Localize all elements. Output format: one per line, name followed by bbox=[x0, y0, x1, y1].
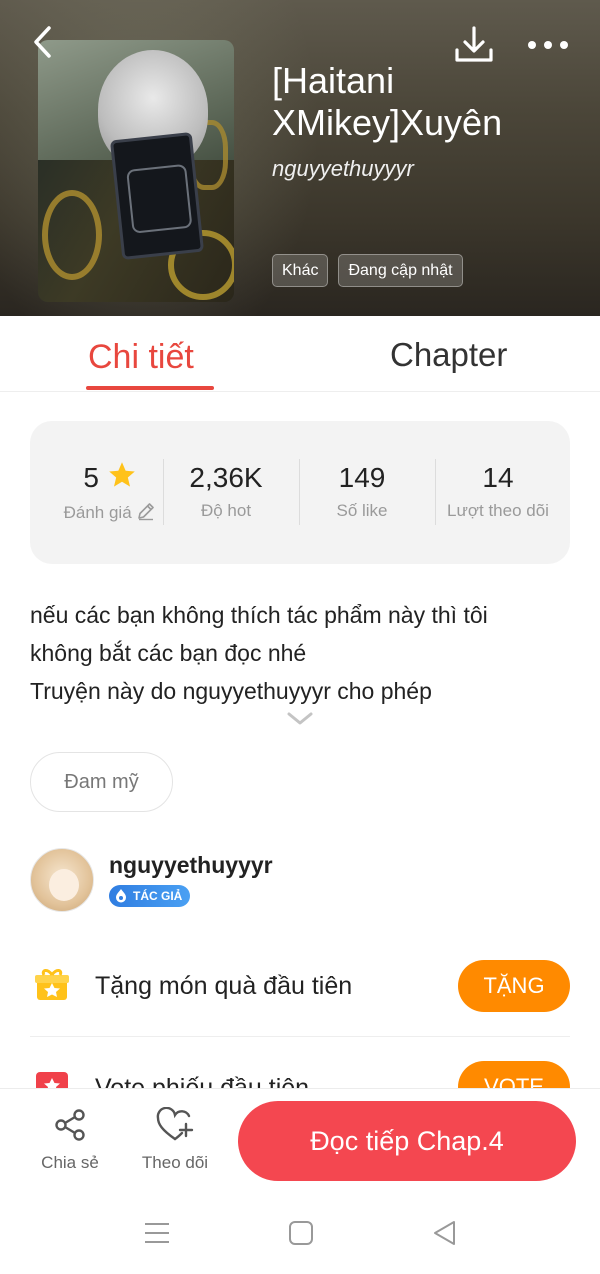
book-description: nếu các bạn không thích tác phẩm này thì… bbox=[30, 596, 575, 710]
tag-category[interactable]: Khác bbox=[272, 254, 329, 287]
pencil-icon[interactable] bbox=[136, 503, 156, 522]
follow-label: Theo dõi bbox=[141, 1153, 209, 1172]
more-options-icon[interactable] bbox=[526, 30, 570, 60]
tag-status: Đang cập nhật bbox=[338, 254, 463, 287]
description-line: Truyện này do nguyyethuyyyr cho phép bbox=[30, 678, 432, 704]
book-title: [Haitani XMikey]Xuyên bbox=[272, 60, 503, 143]
rating-label: Đánh giá bbox=[63, 503, 132, 522]
book-tags: Khác Đang cập nhật bbox=[272, 254, 463, 287]
share-label: Chia sẻ bbox=[41, 1153, 99, 1172]
description-line: không bắt các bạn đọc nhé bbox=[30, 640, 307, 666]
back-icon[interactable] bbox=[430, 1218, 460, 1248]
home-icon[interactable] bbox=[286, 1218, 316, 1248]
genre-chip[interactable]: Đam mỹ bbox=[30, 752, 173, 812]
badge-icon bbox=[116, 889, 126, 903]
book-cover-image bbox=[38, 40, 234, 302]
tab-bar: Chi tiết Chapter bbox=[0, 316, 600, 392]
follow-button[interactable]: Theo dõi bbox=[130, 1107, 220, 1173]
gift-button[interactable]: TẶNG bbox=[458, 960, 570, 1012]
author-name[interactable]: nguyyethuyyyr bbox=[109, 852, 273, 879]
book-header: [Haitani XMikey]Xuyên nguyyethuyyyr Khác… bbox=[0, 0, 600, 316]
stat-likes: 149 Số like bbox=[294, 461, 430, 521]
rating-value: 5 bbox=[83, 462, 99, 493]
hot-label: Độ hot bbox=[200, 501, 252, 520]
expand-chevron-icon[interactable] bbox=[286, 708, 314, 728]
description-line: nếu các bạn không thích tác phẩm này thì… bbox=[30, 602, 488, 628]
likes-label: Số like bbox=[336, 501, 388, 520]
gift-icon bbox=[34, 966, 70, 1002]
active-tab-indicator bbox=[86, 386, 214, 390]
continue-reading-button[interactable]: Đọc tiếp Chap.4 bbox=[238, 1101, 576, 1181]
followers-label: Lượt theo dõi bbox=[447, 501, 549, 520]
author-avatar[interactable] bbox=[30, 848, 94, 912]
star-icon bbox=[107, 461, 137, 497]
likes-value: 149 bbox=[338, 462, 386, 493]
followers-value: 14 bbox=[482, 462, 514, 493]
badge-label: TÁC GIẢ bbox=[133, 889, 183, 903]
system-nav-bar bbox=[0, 1192, 600, 1274]
share-icon bbox=[55, 1109, 85, 1141]
tab-details[interactable]: Chi tiết bbox=[88, 338, 194, 377]
author-badge: TÁC GIẢ bbox=[109, 885, 191, 907]
share-button[interactable]: Chia sẻ bbox=[25, 1107, 115, 1173]
hot-value: 2,36K bbox=[189, 462, 263, 493]
back-arrow-icon[interactable] bbox=[24, 22, 64, 62]
book-author[interactable]: nguyyethuyyyr bbox=[272, 156, 414, 182]
bottom-action-bar: Chia sẻ Theo dõi Đọc tiếp Chap.4 bbox=[0, 1088, 600, 1192]
divider bbox=[30, 1036, 570, 1037]
tab-chapters[interactable]: Chapter bbox=[390, 336, 507, 374]
gift-row-text: Tặng món quà đầu tiên bbox=[95, 972, 353, 1000]
heart-plus-icon bbox=[156, 1107, 194, 1141]
stat-followers: 14 Lượt theo dõi bbox=[430, 461, 566, 521]
stats-card: 5 Đánh giá 2,36K Độ hot 149 Số like 14 L… bbox=[30, 421, 570, 564]
menu-icon[interactable] bbox=[142, 1218, 172, 1248]
stat-hot: 2,36K Độ hot bbox=[158, 461, 294, 521]
